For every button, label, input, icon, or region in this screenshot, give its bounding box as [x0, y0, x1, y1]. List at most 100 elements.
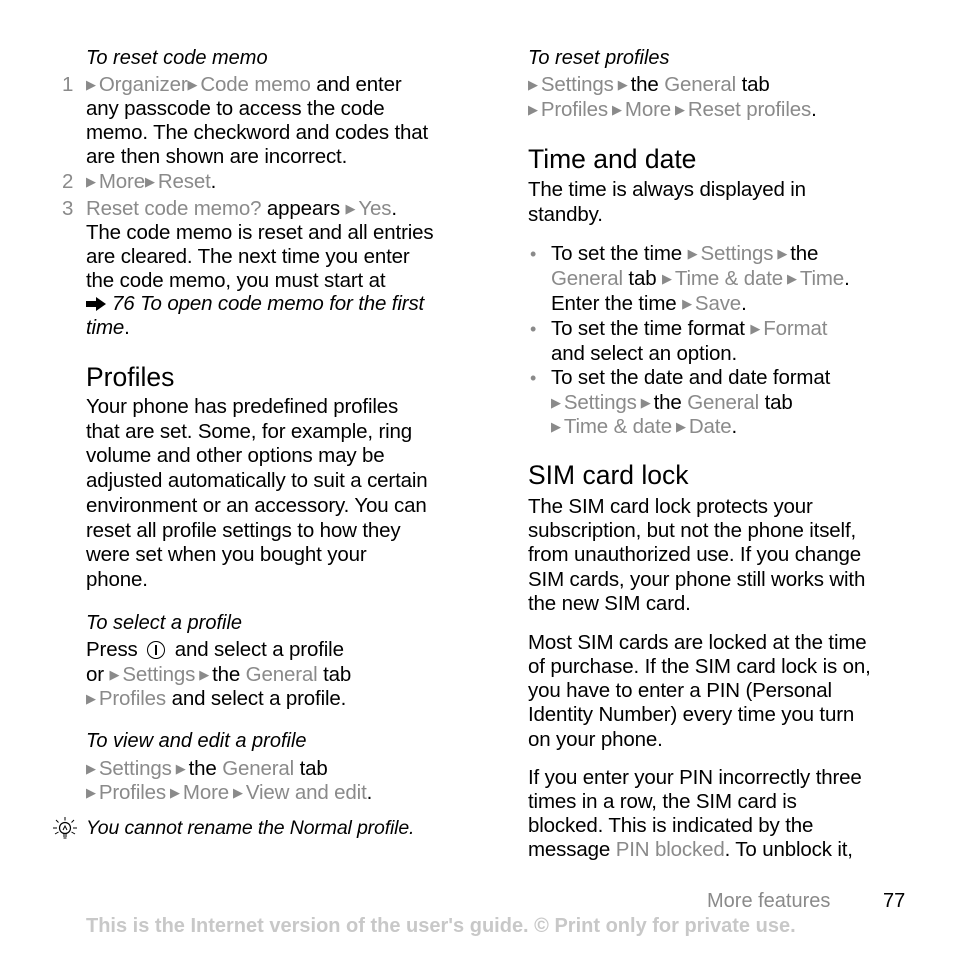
rich-line: ▶ Profiles ▶ More ▶ View and edit. [86, 781, 372, 807]
heading-sim-card-lock: SIM card lock [528, 460, 689, 490]
menu-item-text: Save [694, 292, 742, 315]
menu-item-text: Profiles [98, 687, 167, 710]
body-line: The time is always displayed in [528, 178, 806, 201]
bullet: • [530, 368, 537, 388]
menu-arrow-icon: ▶ [175, 761, 186, 776]
text-segment: appears [261, 197, 346, 220]
menu-item-text: Reset code memo? [86, 197, 262, 220]
menu-arrow-icon: ▶ [345, 201, 356, 216]
body-line: reset all profile settings to how they [86, 519, 401, 542]
cross-reference[interactable]: 76 To open code memo for the first [86, 292, 424, 316]
menu-arrow-icon: ▶ [750, 321, 761, 336]
text-segment: . [741, 292, 747, 315]
bullet: • [530, 244, 537, 264]
menu-item-text: More [624, 98, 671, 121]
menu-item-text: Settings [122, 663, 196, 686]
rich-line: Enter the time ▶ Save. [551, 292, 747, 318]
text-segment: tab [759, 391, 793, 414]
menu-item-text: More [98, 170, 145, 193]
rich-line: blocked. This is indicated by the [528, 814, 813, 838]
cross-reference-cont: time. [86, 316, 130, 340]
rich-line: any passcode to access the code [86, 97, 385, 121]
body-line: were set when you bought your [86, 543, 367, 566]
rich-line: subscription, but not the phone itself, [528, 519, 856, 543]
menu-item-text: Profiles [540, 98, 609, 121]
text-segment: the new SIM card. [528, 592, 691, 615]
menu-arrow-icon: ▶ [86, 691, 96, 706]
menu-item-text: General [551, 267, 623, 290]
text-segment: To set the date and date format [551, 366, 831, 389]
menu-item-text: General [222, 757, 295, 780]
menu-arrow-icon: ▶ [640, 395, 651, 410]
text-segment: blocked. This is indicated by the [528, 814, 814, 837]
text-segment: . [844, 267, 850, 290]
menu-item-text: Yes [358, 197, 392, 220]
rich-line: are then shown are incorrect. [86, 145, 347, 169]
text-segment: . [210, 170, 217, 193]
copyright-notice: This is the Internet version of the user… [86, 915, 796, 937]
menu-arrow-icon: ▶ [617, 77, 628, 92]
menu-arrow-icon: ▶ [170, 785, 180, 800]
menu-item-text: Settings [540, 73, 614, 96]
text-segment: Most SIM cards are locked at the time [528, 631, 867, 654]
menu-item-text: Date [688, 415, 732, 438]
rich-line: ▶ Settings ▶ the General tab [86, 757, 328, 783]
text-segment: from unauthorized use. If you change [528, 543, 862, 566]
text-segment: on your phone. [528, 728, 663, 751]
text-segment: are cleared. The next time you enter [86, 245, 410, 268]
heading-profiles: Profiles [86, 362, 175, 392]
menu-item-text: Profiles [98, 781, 167, 804]
text-segment: the code memo, you must start at [86, 269, 386, 292]
body-line: that are set. Some, for example, ring [86, 420, 413, 443]
rich-line: General tab ▶ Time & date ▶ Time. [551, 267, 850, 293]
text-segment: . To unblock it, [724, 838, 853, 861]
menu-item-text: Format [763, 317, 828, 340]
step-number: 1 [62, 73, 74, 96]
text-segment: tab [317, 663, 352, 686]
rich-line: or ▶ Settings ▶ the General tab [86, 663, 351, 689]
menu-arrow-icon: ▶ [199, 667, 210, 682]
text-segment: To set the time [551, 242, 688, 265]
menu-item-text: General [245, 663, 318, 686]
menu-arrow-icon: ▶ [551, 419, 561, 434]
text-segment: If you enter your PIN incorrectly three [528, 766, 862, 789]
rich-line: the code memo, you must start at [86, 269, 386, 293]
rich-line: the new SIM card. [528, 592, 691, 616]
menu-arrow-icon: ▶ [86, 785, 96, 800]
menu-arrow-icon: ▶ [777, 246, 788, 261]
rich-line: If you enter your PIN incorrectly three [528, 766, 862, 790]
rich-line: SIM cards, your phone still works with [528, 568, 865, 592]
text-segment: Enter the time [551, 292, 683, 315]
rich-line: and select an option. [551, 342, 737, 366]
body-line: standby. [528, 203, 603, 226]
text-segment: tab [294, 757, 328, 780]
text-segment: or [86, 663, 110, 686]
tip-text: You cannot rename the Normal profile. [86, 817, 415, 839]
text-segment: . [731, 415, 738, 438]
menu-item-text: View and edit [245, 781, 367, 804]
power-key-icon [147, 641, 166, 659]
text-segment: and select a profile. [166, 687, 347, 710]
rich-line: To set the time format ▶ Format [551, 317, 827, 343]
text-segment: the [653, 391, 688, 414]
rich-line: Reset code memo? appears ▶ Yes. [86, 197, 397, 223]
step-number: 3 [62, 197, 74, 220]
menu-arrow-icon: ▶ [528, 77, 538, 92]
rich-line: ▶ Settings ▶ the General tab [528, 73, 770, 99]
text-segment: . [366, 781, 373, 804]
menu-arrow-icon: ▶ [662, 271, 672, 286]
rich-line: ▶ Profiles ▶ More ▶ Reset profiles. [528, 98, 817, 124]
menu-arrow-icon: ▶ [86, 761, 96, 776]
xref-text: time [86, 316, 125, 339]
menu-item-text: Reset [157, 170, 211, 193]
menu-item-text: Time & date [563, 415, 672, 438]
menu-arrow-icon: ▶ [187, 77, 198, 92]
page-number: 77 [883, 890, 906, 912]
text-segment: and enter [310, 73, 402, 96]
menu-item-text: PIN blocked [615, 838, 725, 861]
heading-view-edit-profile: To view and edit a profile [86, 730, 307, 752]
heading-select-profile: To select a profile [86, 612, 243, 634]
menu-item-text: Settings [98, 757, 172, 780]
text-segment: the [630, 73, 665, 96]
rich-line: memo. The checkword and codes that [86, 121, 428, 145]
